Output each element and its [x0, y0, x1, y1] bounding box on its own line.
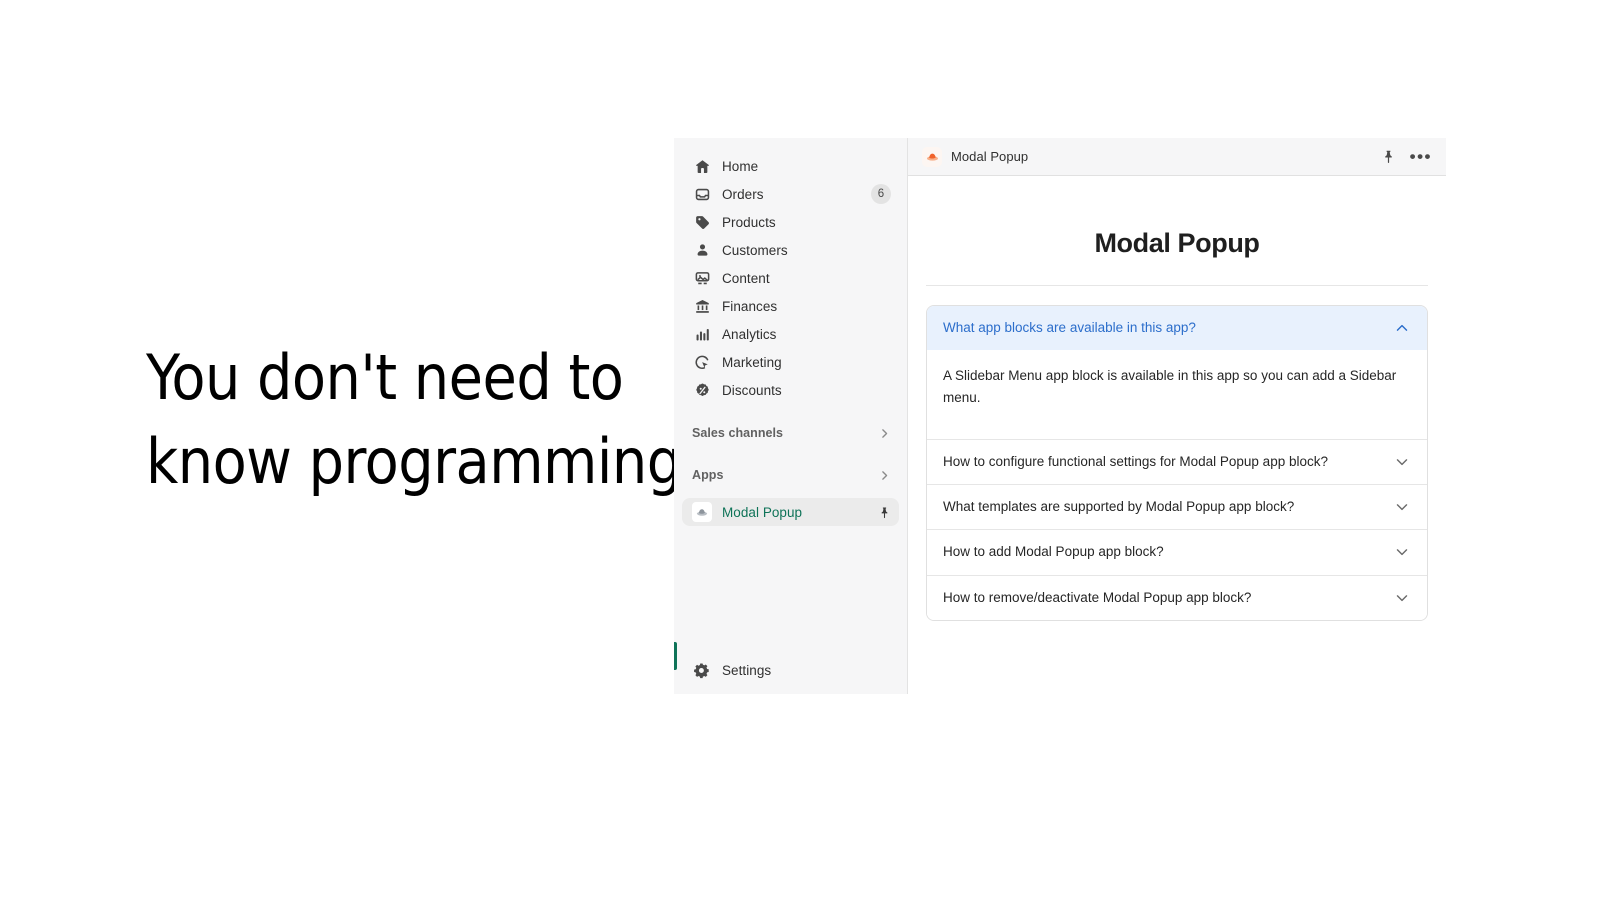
admin-window: Home Orders 6 Products Customers Content… [674, 138, 1446, 694]
section-label: Apps [692, 468, 724, 482]
accordion-question: How to add Modal Popup app block? [943, 544, 1164, 560]
chevron-down-icon[interactable] [1393, 453, 1411, 471]
sidebar-item-discounts[interactable]: Discounts [682, 376, 899, 404]
accordion-item: What app blocks are available in this ap… [927, 306, 1427, 440]
pin-icon[interactable] [878, 506, 891, 519]
headline-line-2: know programming! [146, 424, 704, 498]
headline-line-1: You don't need to [146, 341, 624, 414]
sidebar-item-label: Discounts [722, 382, 782, 398]
content-image-icon [692, 268, 712, 288]
marketing-headline: You don't need to know programming! [146, 336, 704, 503]
accordion-header[interactable]: How to remove/deactivate Modal Popup app… [927, 575, 1427, 620]
faq-accordion: What app blocks are available in this ap… [926, 305, 1428, 621]
sidebar-item-label: Home [722, 158, 759, 174]
accordion-question: How to remove/deactivate Modal Popup app… [943, 589, 1252, 605]
accordion-question: How to configure functional settings for… [943, 453, 1328, 469]
discounts-percent-icon [692, 380, 712, 400]
accordion-item: How to remove/deactivate Modal Popup app… [927, 575, 1427, 620]
accordion-item: What templates are supported by Modal Po… [927, 485, 1427, 531]
sidebar-item-orders[interactable]: Orders 6 [682, 180, 899, 208]
sidebar-item-products[interactable]: Products [682, 208, 899, 236]
accordion-question: What templates are supported by Modal Po… [943, 499, 1295, 515]
sidebar-section-sales-channels[interactable]: Sales channels [682, 420, 899, 446]
accordion-item: How to configure functional settings for… [927, 439, 1427, 486]
sidebar-item-customers[interactable]: Customers [682, 236, 899, 264]
modal-popup-app-icon [922, 146, 942, 167]
sidebar-item-settings[interactable]: Settings [682, 656, 899, 684]
sidebar-item-label: Products [722, 214, 776, 230]
sidebar-item-label: Modal Popup [722, 504, 803, 520]
accordion-header[interactable]: How to configure functional settings for… [927, 439, 1427, 485]
sidebar-item-label: Customers [722, 242, 788, 258]
sidebar-item-label: Content [722, 270, 770, 286]
chevron-up-icon[interactable] [1393, 319, 1411, 337]
chevron-down-icon[interactable] [1393, 589, 1411, 607]
app-title: Modal Popup [951, 149, 1029, 164]
accordion-question: What app blocks are available in this ap… [943, 320, 1196, 335]
accordion-answer: A Slidebar Menu app block is available i… [927, 350, 1427, 439]
pin-icon[interactable] [1381, 149, 1396, 164]
sidebar-item-label: Finances [722, 298, 778, 314]
sidebar-item-finances[interactable]: Finances [682, 292, 899, 320]
more-horizontal-icon[interactable]: ••• [1410, 148, 1432, 165]
orders-badge: 6 [871, 184, 891, 204]
gear-icon [692, 660, 712, 680]
sidebar-item-label: Settings [722, 662, 772, 678]
sidebar-item-label: Marketing [722, 354, 782, 370]
sidebar-item-home[interactable]: Home [682, 152, 899, 180]
app-topbar: Modal Popup ••• [908, 138, 1446, 176]
sidebar-item-marketing[interactable]: Marketing [682, 348, 899, 376]
marketing-target-icon [692, 352, 712, 372]
topbar-actions: ••• [1381, 148, 1432, 165]
products-tag-icon [692, 212, 712, 232]
page-title: Modal Popup [926, 176, 1428, 286]
sidebar-item-content[interactable]: Content [682, 264, 899, 292]
chevron-right-icon[interactable] [878, 469, 891, 482]
chevron-down-icon[interactable] [1393, 543, 1411, 561]
home-icon [692, 156, 712, 176]
page-body: Modal Popup What app blocks are availabl… [908, 176, 1446, 621]
accordion-header[interactable]: How to add Modal Popup app block? [927, 530, 1427, 575]
sidebar-nav-list: Home Orders 6 Products Customers Content… [674, 138, 907, 526]
accordion-header[interactable]: What app blocks are available in this ap… [927, 306, 1427, 351]
sidebar-item-analytics[interactable]: Analytics [682, 320, 899, 348]
sidebar: Home Orders 6 Products Customers Content… [674, 138, 907, 694]
content-panel: Modal Popup ••• Modal Popup What app blo… [907, 138, 1446, 694]
sidebar-settings-row: Settings [674, 656, 907, 684]
analytics-bars-icon [692, 324, 712, 344]
modal-popup-app-icon [692, 502, 712, 522]
section-label: Sales channels [692, 426, 784, 440]
sidebar-section-apps[interactable]: Apps [682, 462, 899, 488]
orders-inbox-icon [692, 184, 712, 204]
sidebar-item-label: Orders [722, 186, 764, 202]
customers-person-icon [692, 240, 712, 260]
accordion-header[interactable]: What templates are supported by Modal Po… [927, 485, 1427, 530]
sidebar-item-label: Analytics [722, 326, 777, 342]
accordion-item: How to add Modal Popup app block? [927, 530, 1427, 576]
sidebar-item-modal-popup[interactable]: Modal Popup [682, 498, 899, 526]
chevron-down-icon[interactable] [1393, 498, 1411, 516]
screenshot-root: You don't need to know programming! Home [0, 0, 1600, 900]
finances-bank-icon [692, 296, 712, 316]
chevron-right-icon[interactable] [878, 427, 891, 440]
